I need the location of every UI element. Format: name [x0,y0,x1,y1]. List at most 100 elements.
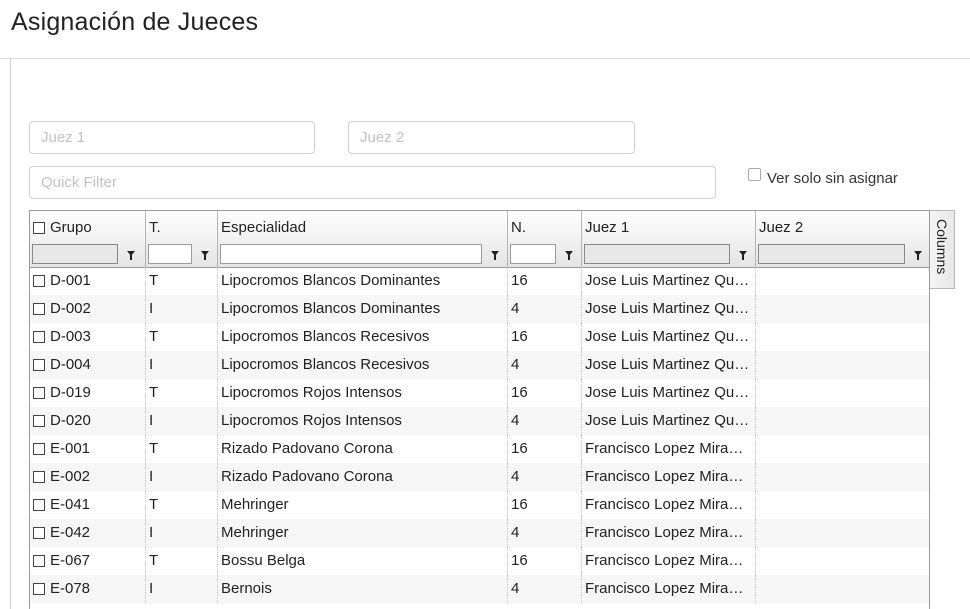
row-select-checkbox[interactable] [33,555,45,567]
cell-tipo[interactable]: I [146,295,218,323]
cell-especialidad[interactable]: Rizado Padovano Corona [218,463,508,491]
cell-grupo[interactable]: E-042 [30,519,146,547]
header-tipo[interactable]: T. [146,211,218,267]
unassigned-only-toggle[interactable]: Ver solo sin asignar [748,168,898,187]
cell-grupo[interactable]: D-019 [30,379,146,407]
cell-juez1[interactable]: Francisco Lopez Miranda [582,547,756,575]
cell-juez2[interactable] [756,379,929,407]
row-select-checkbox[interactable] [33,415,45,427]
cell-numero[interactable]: 16 [508,379,582,407]
cell-numero[interactable]: 4 [508,463,582,491]
cell-especialidad[interactable]: Lipocromos Rojos Intensos [218,379,508,407]
header-numero[interactable]: N. [508,211,582,267]
column-filter-numero[interactable] [510,244,556,264]
cell-especialidad[interactable]: Mehringer [218,519,508,547]
cell-grupo[interactable]: E-002 [30,463,146,491]
row-select-checkbox[interactable] [33,331,45,343]
cell-especialidad[interactable]: Lipocromos Rojos Intensos [218,407,508,435]
filter-funnel-icon[interactable] [739,251,747,260]
cell-tipo[interactable]: T [146,547,218,575]
table-row[interactable]: E-078 I Bernois 4 Francisco Lopez Miranda [30,575,929,603]
cell-juez2[interactable] [756,351,929,379]
column-filter-juez2[interactable] [758,244,905,264]
column-filter-especialidad[interactable] [220,244,482,264]
cell-tipo[interactable]: I [146,351,218,379]
table-row[interactable]: D-020 I Lipocromos Rojos Intensos 4 Jose Lui… [30,407,929,435]
table-row[interactable]: D-004 I Lipocromos Blancos Recesivos 4 Jose … [30,351,929,379]
cell-tipo[interactable]: T [146,379,218,407]
cell-juez1[interactable]: Jose Luis Martinez Quesada [582,323,756,351]
cell-tipo[interactable]: I [146,519,218,547]
table-row[interactable]: E-042 I Mehringer 4 Francisco Lopez Miranda [30,519,929,547]
cell-juez2[interactable] [756,295,929,323]
row-select-checkbox[interactable] [33,359,45,371]
cell-juez2[interactable] [756,547,929,575]
cell-juez1[interactable]: Francisco Lopez Miranda [582,463,756,491]
row-select-checkbox[interactable] [33,387,45,399]
row-select-checkbox[interactable] [33,499,45,511]
table-row[interactable]: D-019 T Lipocromos Rojos Intensos 16 Jose Lu… [30,379,929,407]
cell-juez2[interactable] [756,519,929,547]
table-row[interactable]: E-041 T Mehringer 16 Francisco Lopez Miranda [30,491,929,519]
filter-funnel-icon[interactable] [127,251,135,260]
cell-grupo[interactable]: E-041 [30,491,146,519]
unassigned-only-checkbox[interactable] [748,168,761,181]
header-juez2[interactable]: Juez 2 [756,211,929,267]
cell-grupo[interactable]: E-067 [30,547,146,575]
cell-juez1[interactable]: Francisco Lopez Miranda [582,491,756,519]
table-row[interactable]: E-002 I Rizado Padovano Corona 4 Francisco L… [30,463,929,491]
cell-especialidad[interactable]: Bernois [218,575,508,603]
cell-juez1[interactable]: Francisco Lopez Miranda [582,519,756,547]
filter-funnel-icon[interactable] [914,251,922,260]
cell-grupo[interactable]: D-020 [30,407,146,435]
cell-numero[interactable]: 4 [508,575,582,603]
cell-grupo[interactable]: E-001 [30,435,146,463]
cell-juez1[interactable]: Jose Luis Martinez Quesada [582,379,756,407]
cell-especialidad[interactable]: Mehringer [218,491,508,519]
row-select-checkbox[interactable] [33,443,45,455]
cell-juez1[interactable]: Jose Luis Martinez Quesada [582,407,756,435]
cell-especialidad[interactable]: Lipocromos Blancos Dominantes [218,295,508,323]
cell-juez2[interactable] [756,407,929,435]
cell-numero[interactable]: 16 [508,435,582,463]
table-row[interactable]: D-002 I Lipocromos Blancos Dominantes 4 Jose… [30,295,929,323]
table-row[interactable]: D-003 T Lipocromos Blancos Recesivos 16 Jose… [30,323,929,351]
cell-tipo[interactable]: T [146,491,218,519]
header-grupo[interactable]: Grupo [30,211,146,267]
cell-especialidad[interactable]: Bossu Belga [218,547,508,575]
column-filter-grupo[interactable] [32,244,118,264]
cell-numero[interactable]: 4 [508,519,582,547]
cell-especialidad[interactable]: Lipocromos Blancos Dominantes [218,267,508,295]
cell-juez2[interactable] [756,575,929,603]
row-select-checkbox[interactable] [33,583,45,595]
table-row[interactable]: E-001 T Rizado Padovano Corona 16 Francisco … [30,435,929,463]
row-select-checkbox[interactable] [33,303,45,315]
cell-juez1[interactable]: Francisco Lopez Miranda [582,435,756,463]
cell-tipo[interactable]: T [146,267,218,295]
cell-especialidad[interactable]: Rizado Padovano Corona [218,435,508,463]
select-all-checkbox[interactable] [33,221,45,234]
cell-tipo[interactable]: I [146,575,218,603]
juez1-filter-input[interactable] [29,121,315,154]
row-select-checkbox[interactable] [33,527,45,539]
filter-funnel-icon[interactable] [565,251,573,260]
cell-tipo[interactable]: I [146,463,218,491]
cell-numero[interactable]: 16 [508,323,582,351]
cell-juez2[interactable] [756,323,929,351]
quick-filter-input[interactable] [29,166,716,199]
filter-funnel-icon[interactable] [201,251,209,260]
column-filter-tipo[interactable] [148,244,192,264]
cell-numero[interactable]: 16 [508,267,582,295]
cell-tipo[interactable]: T [146,435,218,463]
cell-juez1[interactable]: Jose Luis Martinez Quesada [582,351,756,379]
cell-numero[interactable]: 16 [508,547,582,575]
cell-numero[interactable]: 4 [508,351,582,379]
cell-grupo[interactable]: D-004 [30,351,146,379]
row-select-checkbox[interactable] [33,275,45,287]
cell-grupo[interactable]: D-001 [30,267,146,295]
cell-tipo[interactable]: T [146,323,218,351]
table-row[interactable]: E-067 T Bossu Belga 16 Francisco Lopez Miran… [30,547,929,575]
cell-numero[interactable]: 4 [508,407,582,435]
juez2-filter-input[interactable] [348,121,635,154]
cell-juez2[interactable] [756,267,929,295]
